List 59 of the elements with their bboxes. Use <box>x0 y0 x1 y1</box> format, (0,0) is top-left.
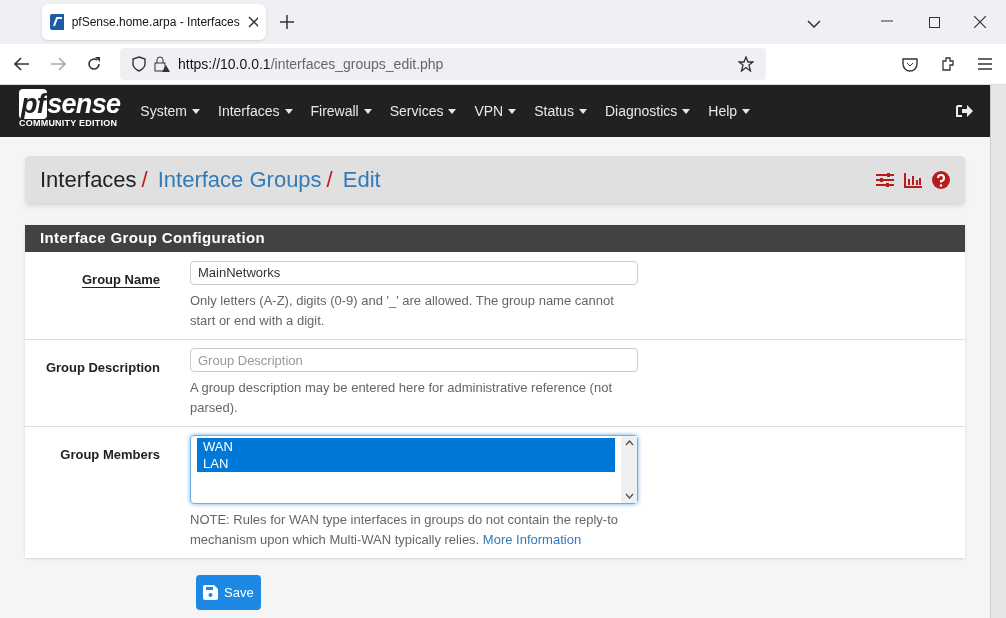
scroll-up-icon[interactable] <box>624 440 634 446</box>
list-option[interactable]: LAN <box>197 455 615 472</box>
breadcrumb-text: Interfaces <box>40 166 137 194</box>
caret-icon <box>448 108 457 114</box>
address-bar[interactable]: https://10.0.0.1/interfaces_groups_edit.php <box>120 48 766 80</box>
caret-icon <box>363 108 372 114</box>
sliders-icon[interactable] <box>876 171 894 188</box>
nav-menu-item[interactable]: VPN <box>474 100 517 122</box>
caret-icon <box>742 108 751 114</box>
back-icon[interactable] <box>14 57 30 71</box>
pocket-icon[interactable] <box>902 56 918 72</box>
close-icon[interactable] <box>974 16 986 28</box>
extensions-icon[interactable] <box>940 56 956 72</box>
caret-icon <box>192 108 200 114</box>
help-text: Only letters (A-Z), digits (0-9) and '_' are allowed. The group name cannot start or end with a digit. <box>190 291 615 330</box>
help-text: NOTE: Rules for WAN type interfaces in groups do not contain the reply-to mechanism upon which Multi-WAN typically relies. More Information <box>190 511 619 549</box>
nav-menu-item[interactable]: Services <box>389 100 457 122</box>
menu-icon[interactable] <box>978 58 992 70</box>
nav-menu-item[interactable]: Interfaces <box>218 100 293 122</box>
new-tab-icon[interactable] <box>280 15 294 29</box>
panel-title: Interface Group Configuration <box>25 225 965 252</box>
breadcrumb-separator: / <box>141 166 148 194</box>
nav-menu-item[interactable]: System <box>140 100 200 122</box>
list-box[interactable]: WAN LAN <box>190 435 638 504</box>
nav-menu-item[interactable]: Help <box>708 100 751 122</box>
breadcrumb-separator: / <box>326 166 333 194</box>
lock-warning-icon <box>154 56 170 72</box>
pfsense-favicon-icon <box>50 14 64 30</box>
browser-tab[interactable]: pfSense.home.arpa - Interfaces <box>42 4 266 40</box>
list-option[interactable]: WAN <box>197 438 615 455</box>
scrollbar[interactable] <box>990 85 1006 618</box>
chevron-down-icon[interactable] <box>807 20 821 28</box>
maximize-icon[interactable] <box>929 17 940 28</box>
field-label: Group Description <box>45 359 160 375</box>
caret-icon <box>682 108 691 114</box>
input-field[interactable]: MainNetworks <box>190 260 638 285</box>
shield-icon <box>132 56 146 72</box>
field-label: Group Members <box>60 447 160 462</box>
bar-chart-icon[interactable] <box>904 171 922 188</box>
reload-icon[interactable] <box>86 56 102 72</box>
bookmark-star-icon[interactable] <box>738 56 754 72</box>
save-button[interactable]: Save <box>196 575 261 610</box>
close-icon[interactable] <box>247 16 258 28</box>
tab-title: pfSense.home.arpa - Interfaces <box>71 14 240 31</box>
help-text: A group description may be entered here for administrative reference (not parsed). <box>190 379 613 417</box>
field-label: Group Name <box>82 272 160 287</box>
nav-menu-item[interactable]: Firewall <box>310 100 372 122</box>
scroll-down-icon[interactable] <box>624 493 634 499</box>
nav-menu-item[interactable]: Status <box>534 100 587 122</box>
caret-icon <box>578 108 587 114</box>
more-information-link[interactable]: More Information <box>482 532 582 547</box>
breadcrumb-link[interactable]: Interface Groups <box>157 163 322 196</box>
input-field[interactable]: Group Description <box>190 348 638 372</box>
caret-icon <box>508 108 517 114</box>
caret-icon <box>284 108 293 114</box>
url-text: https://10.0.0.1/interfaces_groups_edit.php <box>178 54 444 74</box>
help-icon[interactable] <box>932 170 950 189</box>
nav-menu-item[interactable]: Diagnostics <box>604 100 691 122</box>
logout-icon[interactable] <box>956 103 974 119</box>
